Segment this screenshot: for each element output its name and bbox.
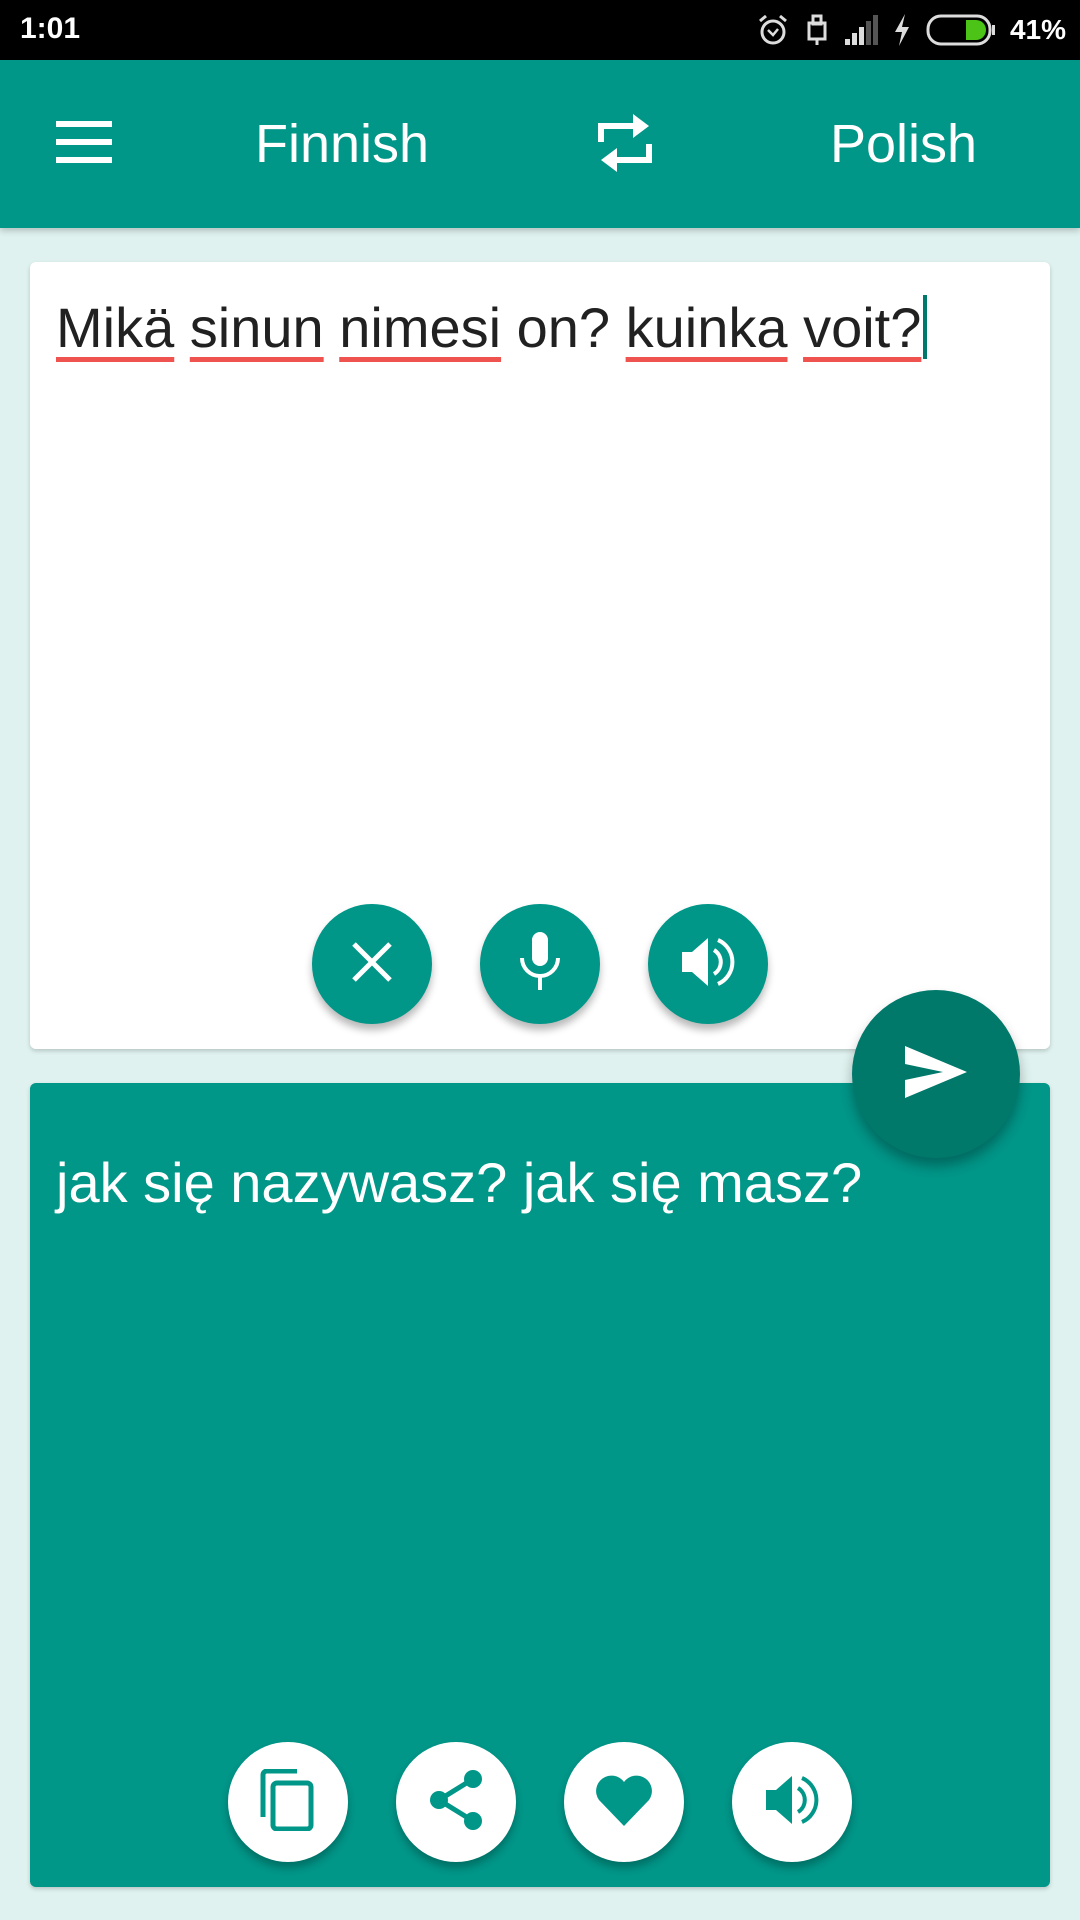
source-word: on? [516,296,611,359]
heart-icon [593,1772,655,1833]
source-text-input[interactable]: Mikä sinun nimesi on? kuinka voit? [56,294,1016,362]
translation-text: jak się nazywasz? jak się masz? [56,1151,863,1214]
favorite-button[interactable] [564,1742,684,1862]
charging-icon [892,13,912,47]
target-language-selector[interactable]: Polish [830,112,977,176]
speaker-icon [680,934,736,995]
translation-card: jak się nazywasz? jak się masz? [30,1083,1050,1887]
speak-source-button[interactable] [648,904,768,1024]
usb-lock-icon [804,13,830,47]
source-word: voit? [803,296,922,359]
swap-languages-button[interactable] [588,110,662,180]
send-icon [903,1044,969,1105]
source-word: kuinka [625,296,788,359]
app-bar: Finnish Polish [0,60,1080,228]
microphone-button[interactable] [480,904,600,1024]
swap-languages-icon [597,112,653,179]
battery-percent: 41% [1009,14,1066,45]
status-bar: 1:01 41% [0,0,1080,60]
copy-button[interactable] [228,1742,348,1862]
share-button[interactable] [396,1742,516,1862]
hamburger-menu-icon [56,120,112,168]
share-icon [427,1769,485,1836]
status-icons: 41% [756,10,1066,50]
source-word: Mikä [56,296,175,359]
signal-icon [844,15,878,45]
alarm-icon [756,13,790,47]
source-text-card: Mikä sinun nimesi on? kuinka voit? [30,262,1050,1049]
clear-button[interactable] [312,904,432,1024]
close-icon [350,940,394,989]
source-word: nimesi [339,296,502,359]
microphone-icon [518,931,562,997]
translate-button[interactable] [852,990,1020,1158]
source-language-selector[interactable]: Finnish [255,112,429,176]
source-word: sinun [189,296,324,359]
menu-button[interactable] [40,114,130,174]
speak-target-button[interactable] [732,1742,852,1862]
text-cursor [923,295,928,359]
battery-icon [926,13,996,47]
speaker-icon [764,1772,820,1833]
copy-icon [259,1768,317,1836]
status-time: 1:01 [20,12,81,45]
